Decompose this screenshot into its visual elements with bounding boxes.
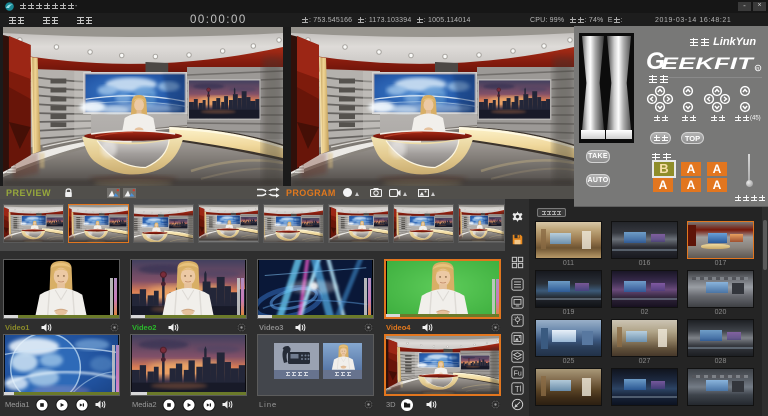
svg-text:Fu: Fu [514, 371, 522, 378]
svg-text:EEKFIT: EEKFIT [661, 55, 756, 73]
svg-text:T: T [515, 385, 520, 394]
